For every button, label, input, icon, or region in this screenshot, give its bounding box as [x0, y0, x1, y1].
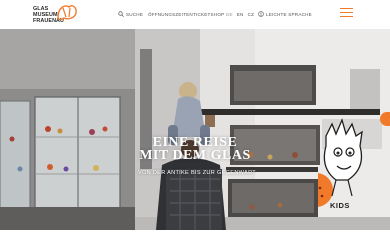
site-header: GLAS MUSEUM FRAUENAU SUCHE ÖFFNUNGSZEITE… — [0, 0, 390, 29]
glass-logo-icon — [57, 5, 77, 21]
nav-ticketshop[interactable]: TICKETSHOP — [193, 12, 224, 17]
nav-opening-hours-label: ÖFFNUNGSZEITEN — [148, 11, 193, 17]
language-switcher: DE EN CZ — [226, 12, 258, 17]
lang-de[interactable]: DE — [226, 12, 233, 17]
nav-opening-hours[interactable]: ÖFFNUNGSZEITEN — [148, 12, 193, 17]
easy-language-icon — [258, 11, 264, 17]
nav-easy-language-label: LEICHTE SPRACHE — [266, 11, 312, 17]
hero-subtitle: VON DER ANTIKE BIS ZUR GEGENWART — [137, 170, 257, 176]
left-display-case — [0, 96, 135, 230]
lang-cz[interactable]: CZ — [248, 12, 255, 17]
lang-en[interactable]: EN — [237, 12, 244, 17]
hero-title: EINE REISE MIT DEM GLAS — [130, 136, 260, 163]
museum-logo[interactable]: GLAS MUSEUM FRAUENAU — [33, 3, 85, 27]
kids-label[interactable]: KIDS — [330, 201, 350, 210]
nav-search[interactable]: SUCHE — [118, 11, 143, 17]
nav-ticketshop-label: TICKETSHOP — [193, 11, 225, 17]
nav-search-label: SUCHE — [126, 11, 144, 17]
hero-title-line-2: MIT DEM GLAS — [139, 148, 251, 163]
hamburger-menu-icon[interactable] — [340, 8, 353, 17]
nav-easy-language[interactable]: LEICHTE SPRACHE — [258, 11, 312, 17]
page-bottom-edge — [0, 230, 390, 240]
search-icon — [118, 11, 124, 17]
side-tab-button[interactable] — [380, 112, 390, 126]
